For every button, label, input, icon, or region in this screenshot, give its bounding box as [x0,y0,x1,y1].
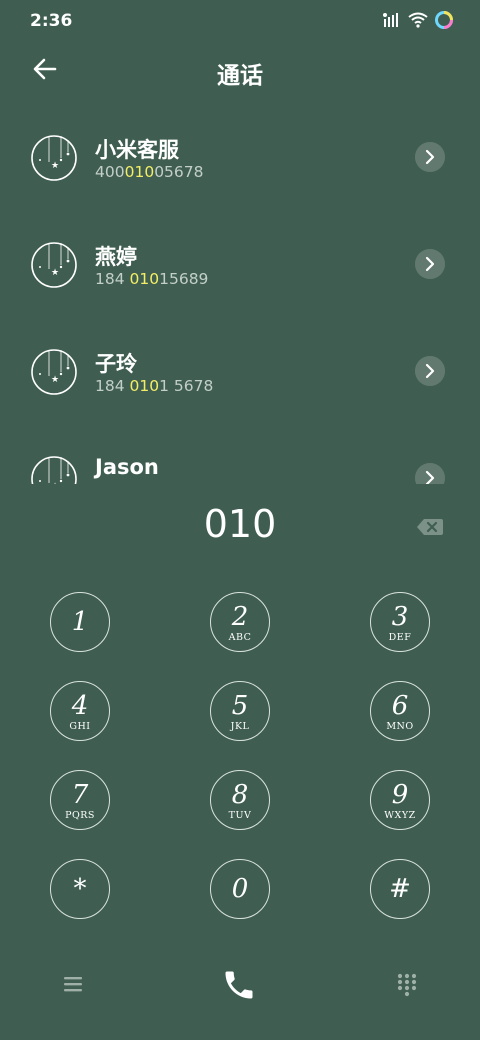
keypad-icon[interactable] [396,973,418,997]
key-star[interactable]: * [50,859,110,919]
number-prefix: 184 [95,377,130,395]
contact-name: 子玲 [95,352,137,376]
key-8[interactable]: 8 TUV [210,770,270,830]
wifi-icon [408,12,428,28]
key-3[interactable]: 3 DEF [370,592,430,652]
key-digit: * [73,874,87,904]
key-4[interactable]: 4 GHI [50,681,110,741]
bottom-bar [0,950,480,1030]
contact-row[interactable]: ★ 子玲 184 0101 5678 [0,314,480,414]
chevron-right-icon[interactable] [415,463,445,484]
header: 通话 [0,42,480,100]
number-suffix: 15689 [159,270,209,288]
contact-row[interactable]: ★ Jason [0,421,480,484]
backspace-icon[interactable] [416,517,444,537]
contact-name: 燕婷 [95,245,137,269]
key-letters: ABC [228,632,252,643]
key-digit: 9 [391,780,409,810]
avatar-icon: ★ [31,349,77,395]
key-digit: # [389,874,411,904]
chevron-right-icon[interactable] [415,356,445,386]
contact-number: 184 0101 5678 [95,377,213,395]
menu-icon[interactable] [62,974,84,994]
key-0[interactable]: 0 [210,859,270,919]
contact-name: Jason [95,455,159,479]
key-6[interactable]: 6 MNO [370,681,430,741]
key-digit: 3 [391,602,409,632]
key-hash[interactable]: # [370,859,430,919]
number-prefix: 400 [95,163,125,181]
svg-text:★: ★ [51,375,59,385]
battery-ring-icon [435,11,453,29]
chevron-right-icon[interactable] [415,249,445,279]
key-letters: GHI [69,721,91,732]
contact-row[interactable]: ★ 小米客服 40001005678 [0,100,480,200]
status-time: 2:36 [30,11,73,31]
status-bar: 2:36 [0,0,480,42]
phone-icon[interactable] [221,967,257,1003]
status-icons [382,10,454,30]
number-suffix: 05678 [154,163,204,181]
svg-text:★: ★ [51,161,59,171]
avatar-icon: ★ [31,242,77,288]
key-letters: MNO [386,721,414,732]
contact-number: 40001005678 [95,163,204,181]
avatar-icon: ★ [31,456,77,484]
svg-text:★: ★ [51,268,59,278]
key-letters: PQRS [65,810,95,821]
number-match: 010 [129,377,160,395]
key-digit: 0 [231,874,249,904]
contact-row[interactable]: ★ 燕婷 184 01015689 [0,207,480,307]
key-digit: 6 [391,691,409,721]
chevron-right-icon[interactable] [415,142,445,172]
page-title: 通话 [217,63,263,89]
key-digit: 2 [231,602,249,632]
number-suffix: 1 5678 [159,377,214,395]
key-digit: 1 [71,607,89,637]
key-letters: WXYZ [384,810,416,821]
key-digit: 7 [71,780,89,810]
key-digit: 8 [231,780,249,810]
contact-list: ★ 小米客服 40001005678 ★ 燕婷 184 01015689 ★ 子… [0,100,480,484]
key-letters: JKL [230,721,250,732]
contact-name: 小米客服 [95,138,179,162]
svg-text:★: ★ [51,482,59,484]
avatar-icon: ★ [31,135,77,181]
key-1[interactable]: 1 [50,592,110,652]
contact-number: 184 01015689 [95,270,208,288]
number-prefix: 184 [95,270,130,288]
key-digit: 5 [231,691,249,721]
key-9[interactable]: 9 WXYZ [370,770,430,830]
number-match: 010 [124,163,155,181]
key-7[interactable]: 7 PQRS [50,770,110,830]
key-5[interactable]: 5 JKL [210,681,270,741]
number-match: 010 [129,270,160,288]
key-letters: DEF [388,632,412,643]
dial-input-display[interactable]: 010 [0,502,480,554]
key-digit: 4 [71,691,89,721]
key-letters: TUV [228,810,252,821]
signal-icon [383,13,398,27]
key-2[interactable]: 2 ABC [210,592,270,652]
